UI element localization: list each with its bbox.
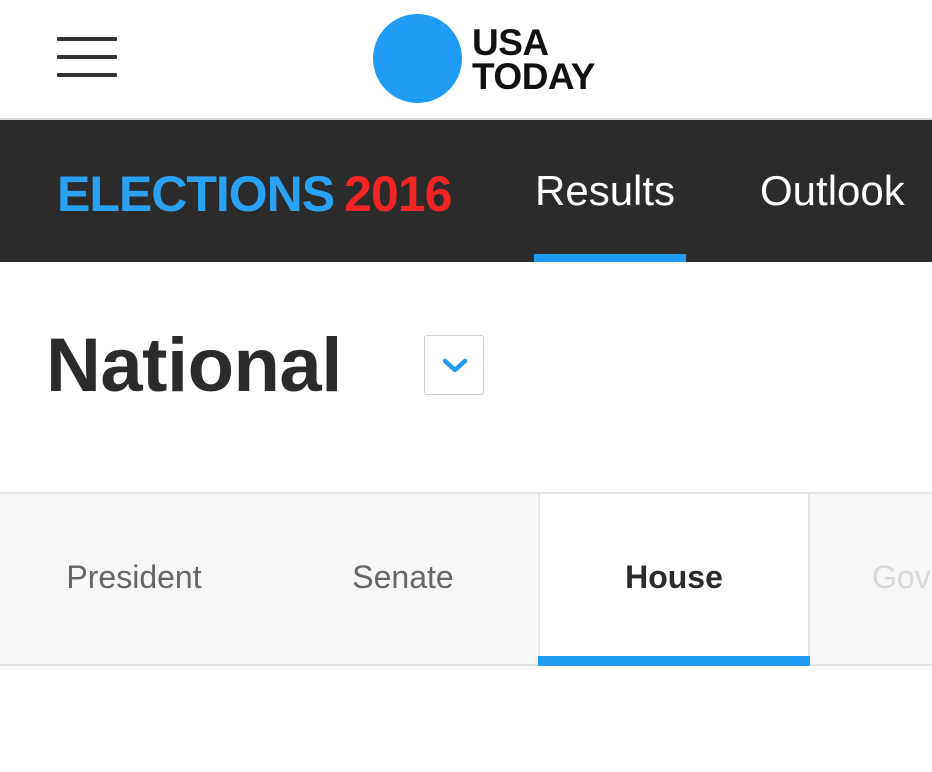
logo-line2: TODAY xyxy=(472,56,595,97)
tab-senate[interactable]: Senate xyxy=(268,494,538,664)
tab-results[interactable]: Results xyxy=(535,120,687,262)
race-tabs-bar: President Senate House Gov xyxy=(0,492,932,666)
menu-line xyxy=(57,55,117,59)
region-dropdown-button[interactable] xyxy=(424,335,484,395)
tab-outlook[interactable]: Outlook xyxy=(760,120,932,262)
page-title: National xyxy=(46,323,342,408)
logo-dot-icon xyxy=(373,14,462,103)
elections-2016-brand[interactable]: ELECTIONS 2016 xyxy=(57,164,452,224)
tab-president[interactable]: President xyxy=(0,494,268,664)
menu-line xyxy=(57,73,117,77)
chevron-down-icon xyxy=(442,358,468,373)
active-race-tab-underline xyxy=(538,656,810,666)
brand-year: 2016 xyxy=(344,166,452,222)
hamburger-menu-icon[interactable] xyxy=(57,37,117,81)
top-header: USA TODAY xyxy=(0,0,932,120)
menu-line xyxy=(57,37,117,41)
usa-today-logo[interactable]: USA TODAY xyxy=(373,14,633,104)
tab-governor[interactable]: Gov xyxy=(810,494,932,664)
tab-house[interactable]: House xyxy=(538,494,810,664)
elections-nav-bar: ELECTIONS 2016 Results Outlook xyxy=(0,120,932,262)
brand-word: ELECTIONS xyxy=(57,166,335,222)
logo-line1: USA xyxy=(472,22,549,63)
active-tab-underline xyxy=(534,254,686,262)
